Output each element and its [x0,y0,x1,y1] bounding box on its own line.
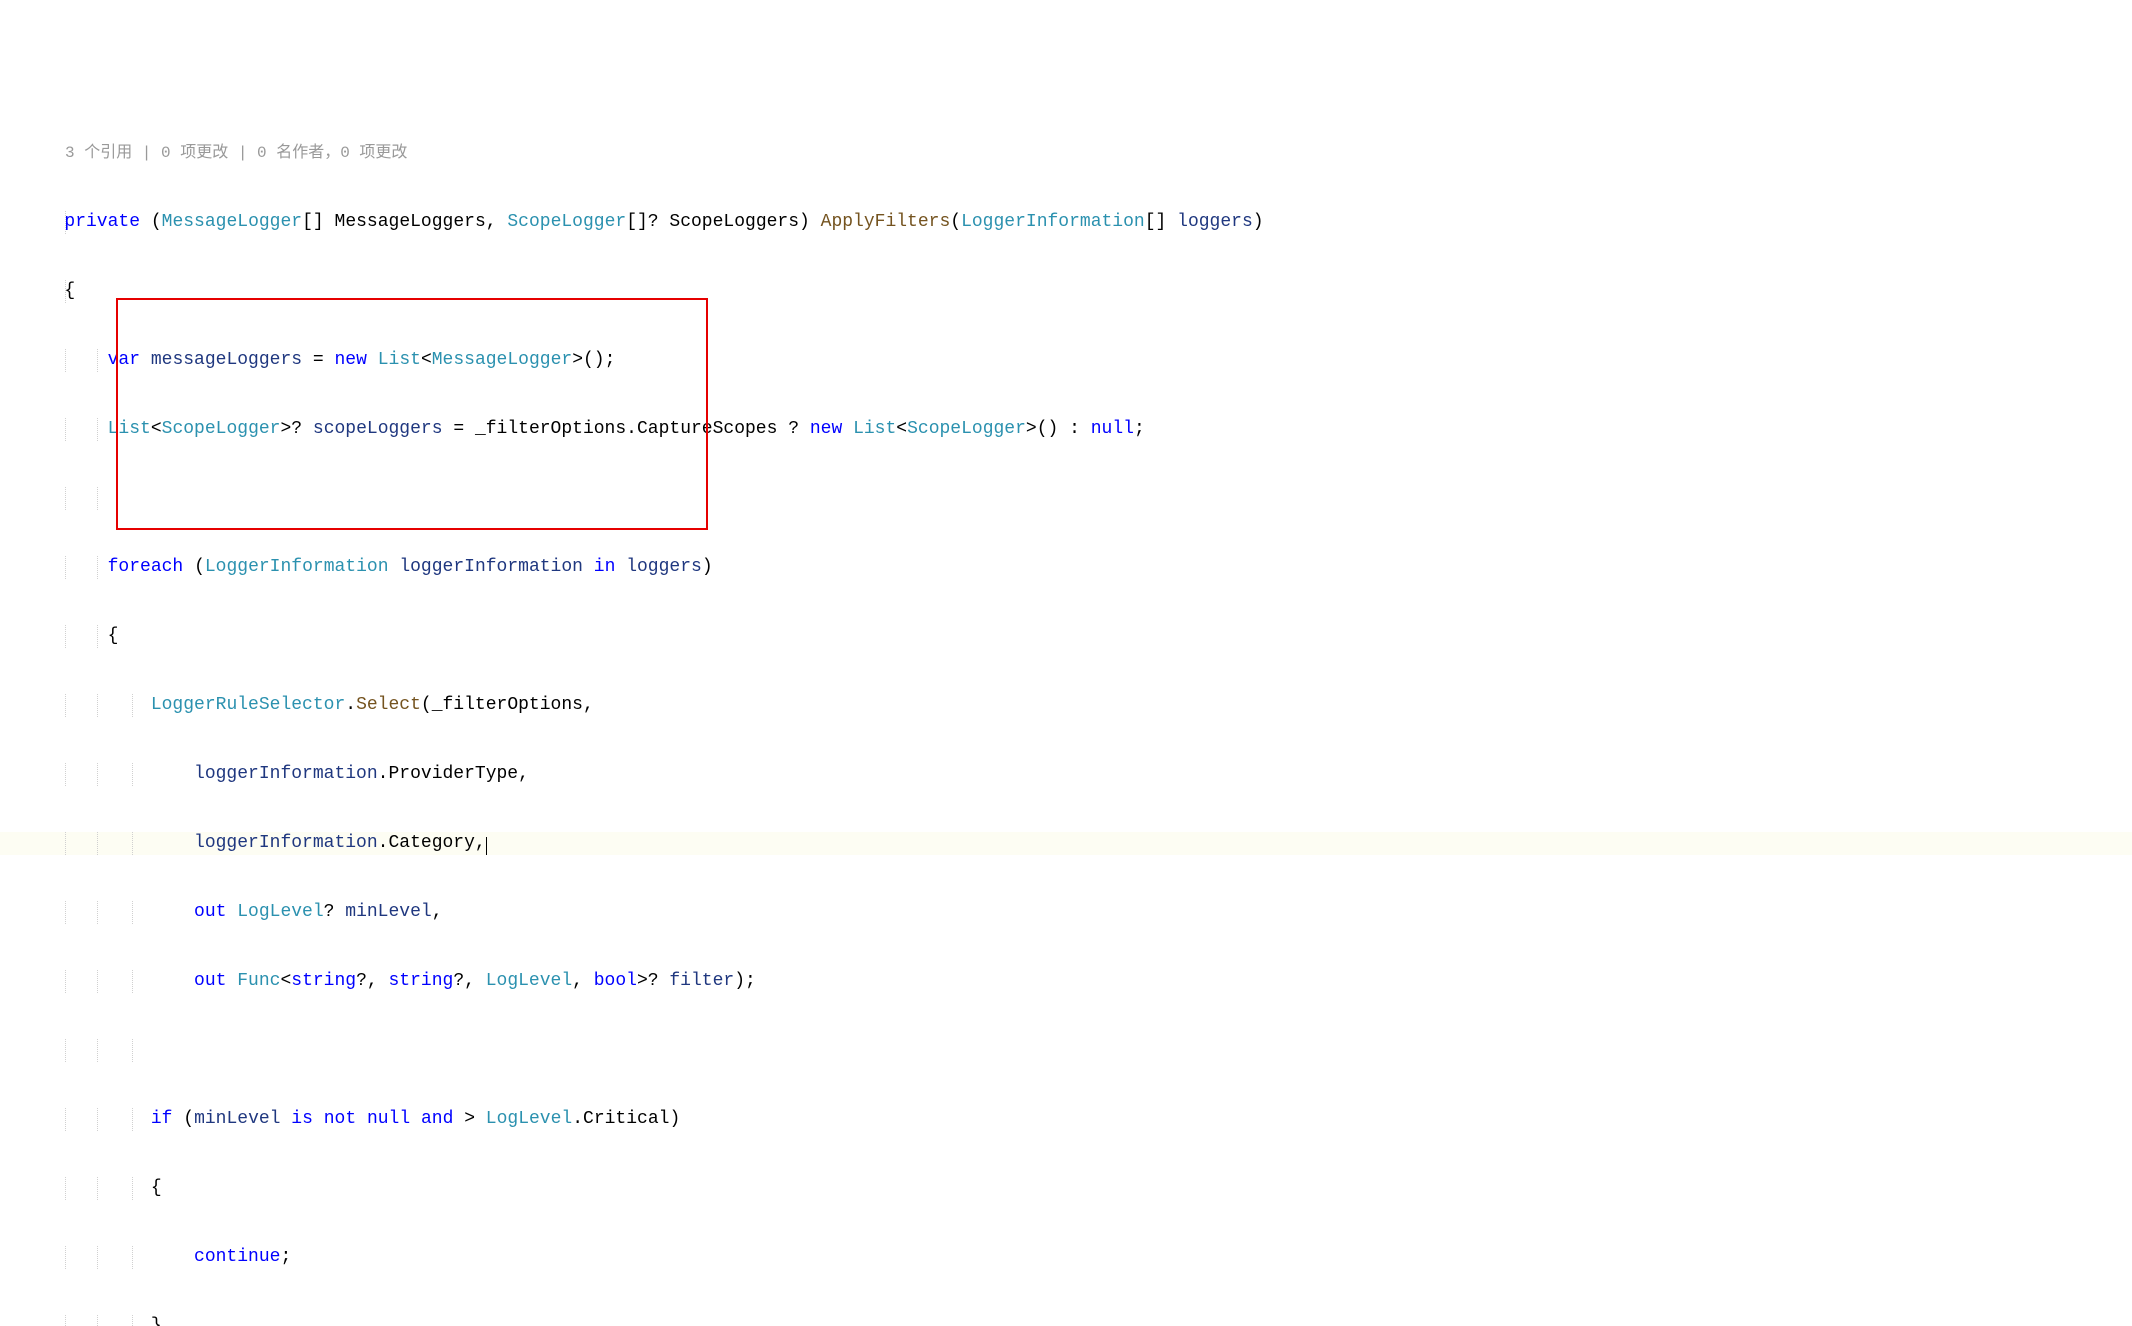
code-line[interactable]: LoggerRuleSelector.Select(_filterOptions… [0,694,2132,717]
code-line[interactable]: if (minLevel is not null and > LogLevel.… [0,1108,2132,1131]
code-line[interactable]: loggerInformation.ProviderType, [0,763,2132,786]
code-line[interactable]: continue; [0,1246,2132,1269]
code-line[interactable]: foreach (LoggerInformation loggerInforma… [0,556,2132,579]
type: ScopeLogger [507,212,626,232]
code-line[interactable]: private (MessageLogger[] MessageLoggers,… [0,211,2132,234]
type: LoggerInformation [961,212,1145,232]
code-line[interactable]: { [0,1177,2132,1200]
parameter: loggers [1177,212,1253,232]
code-line[interactable] [0,487,2132,510]
text-cursor [486,837,487,855]
code-line[interactable]: { [0,280,2132,303]
code-line[interactable] [0,1039,2132,1062]
code-editor[interactable]: 3 个引用 | 0 项更改 | 0 名作者，0 项更改 private (Mes… [0,96,2132,1326]
code-line[interactable]: List<ScopeLogger>? scopeLoggers = _filte… [0,418,2132,441]
type: MessageLogger [162,212,302,232]
code-line[interactable]: } [0,1315,2132,1326]
code-line[interactable]: out Func<string?, string?, LogLevel, boo… [0,970,2132,993]
keyword: private [64,212,140,232]
code-line[interactable]: var messageLoggers = new List<MessageLog… [0,349,2132,372]
code-line[interactable]: out LogLevel? minLevel, [0,901,2132,924]
type: LoggerRuleSelector [151,695,345,715]
code-line[interactable]: { [0,625,2132,648]
codelens-references[interactable]: 3 个引用 | 0 项更改 | 0 名作者，0 项更改 [0,142,2132,165]
code-line-active[interactable]: loggerInformation.Category, [0,832,2132,855]
method-name: ApplyFilters [821,212,951,232]
